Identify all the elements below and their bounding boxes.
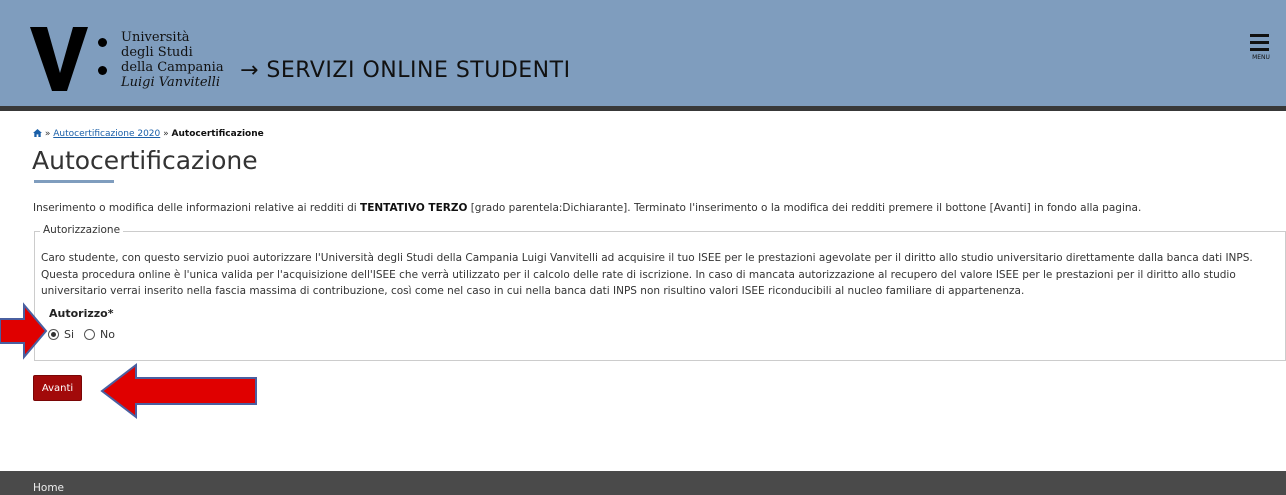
page-title: Autocertificazione: [32, 146, 258, 175]
intro-text: Inserimento o modifica delle informazion…: [33, 202, 1141, 214]
menu-icon-bar: [1250, 48, 1269, 51]
breadcrumb-separator: »: [163, 129, 169, 139]
radio-si-label: Si: [64, 328, 75, 341]
university-name-line: Luigi Vanvitelli: [121, 75, 220, 90]
description-line: Questa procedura online è l'unica valida…: [41, 268, 1236, 281]
autorizzo-label: Autorizzo*: [49, 307, 114, 320]
fieldset-legend: Autorizzazione: [40, 224, 124, 236]
radio-option-si[interactable]: Si: [48, 328, 74, 341]
autorizzazione-description: Caro studente, con questo servizio puoi …: [41, 250, 1281, 300]
header-border: [0, 106, 1286, 111]
declarant-name: TENTATIVO TERZO: [360, 202, 468, 214]
site-footer: [0, 471, 1286, 495]
breadcrumb: » Autocertificazione 2020 » Autocertific…: [33, 129, 264, 139]
menu-button[interactable]: MENU: [1246, 29, 1276, 65]
radio-si[interactable]: [48, 329, 59, 340]
description-line: Caro studente, con questo servizio puoi …: [41, 252, 1253, 264]
menu-label: MENU: [1252, 54, 1270, 61]
university-name-line: della Campania: [121, 60, 224, 75]
menu-icon-bar: [1250, 34, 1269, 37]
footer-home-link[interactable]: Home: [33, 482, 64, 494]
logo-dot-upper: [98, 38, 107, 47]
avanti-button[interactable]: Avanti: [33, 375, 82, 401]
breadcrumb-current: Autocertificazione: [171, 129, 264, 139]
title-underline: [34, 180, 114, 183]
intro-text-start: Inserimento o modifica delle informazion…: [33, 202, 361, 214]
annotation-arrow-left-icon: [100, 362, 257, 420]
site-header: Università degli Studi della Campania Lu…: [0, 0, 1286, 106]
radio-no[interactable]: [84, 329, 96, 340]
logo-dot-lower: [98, 66, 107, 75]
radio-no-label: No: [100, 328, 116, 341]
autorizzo-radio-group: Si No: [48, 328, 125, 341]
annotation-arrow-right-icon: [0, 302, 48, 360]
menu-icon-bar: [1250, 41, 1269, 44]
home-icon[interactable]: [33, 129, 42, 137]
breadcrumb-link-autocertificazione-2020[interactable]: Autocertificazione 2020: [53, 129, 160, 139]
radio-option-no[interactable]: No: [84, 328, 115, 341]
university-name-line: degli Studi: [121, 45, 193, 60]
university-name: Università degli Studi della Campania Lu…: [121, 30, 224, 90]
intro-text-end: [grado parentela:Dichiarante]. Terminato…: [467, 202, 1142, 214]
university-name-line: Università: [121, 30, 190, 45]
university-logo-v: [30, 27, 88, 91]
breadcrumb-separator: »: [44, 129, 51, 139]
services-title: → SERVIZI ONLINE STUDENTI: [240, 58, 571, 83]
description-line: universitario verrai inserito nella fasc…: [41, 285, 1025, 297]
